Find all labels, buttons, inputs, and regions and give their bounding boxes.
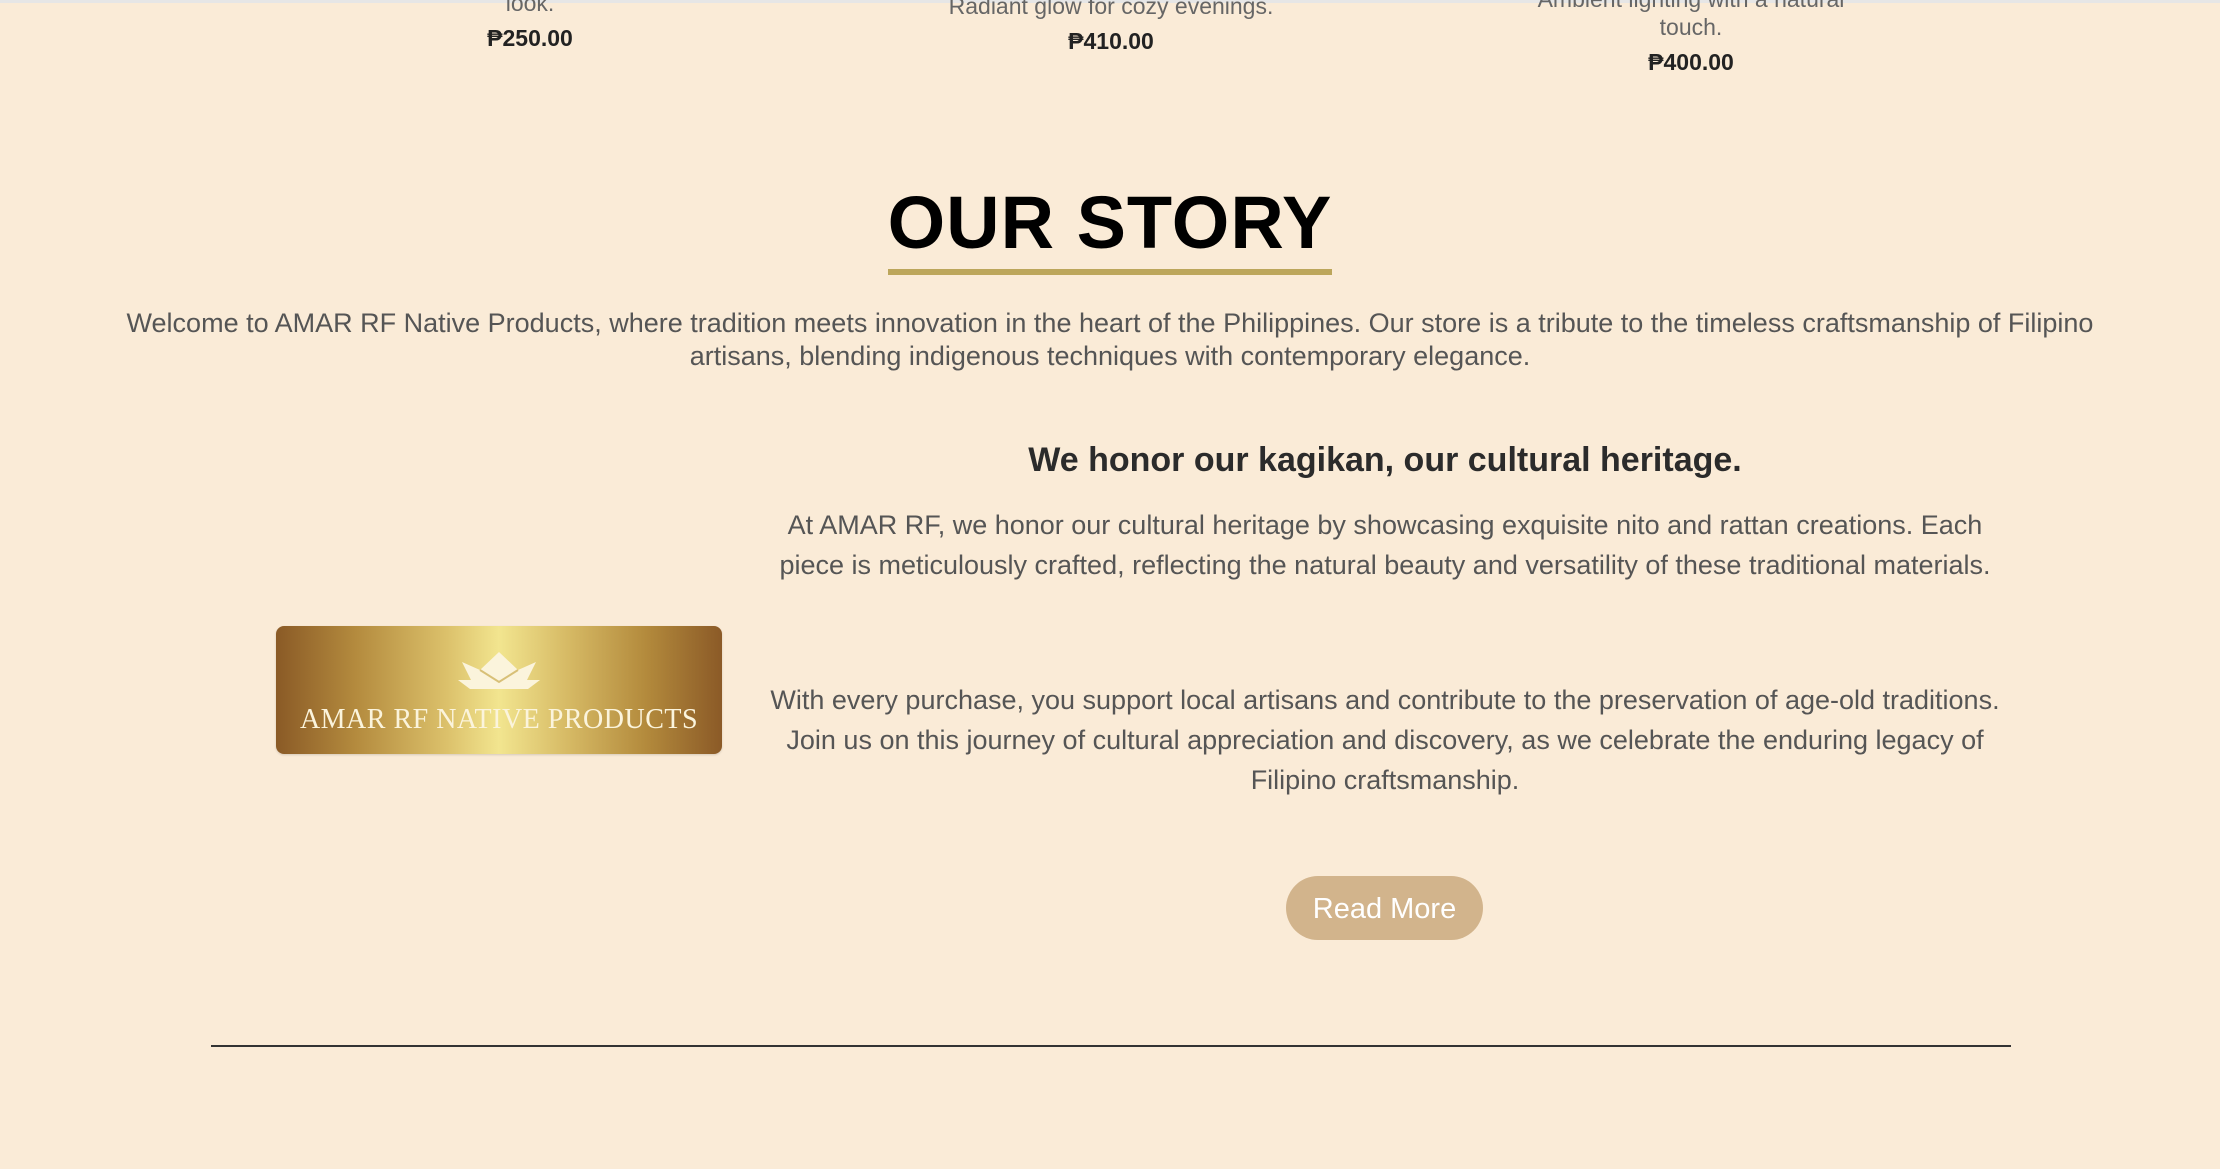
crown-boat-icon bbox=[458, 652, 540, 689]
section-title: OUR STORY bbox=[0, 183, 2220, 275]
story-paragraph: At AMAR RF, we honor our cultural herita… bbox=[779, 510, 1991, 580]
product-price: ₱250.00 bbox=[487, 25, 573, 51]
our-story-heading: OUR STORY bbox=[887, 183, 1333, 275]
product-card[interactable]: Radiant glow for cozy evenings. ₱410.00 bbox=[911, 0, 1311, 55]
product-card[interactable]: look. ₱250.00 bbox=[330, 0, 730, 52]
product-description: touch. bbox=[1659, 14, 1723, 40]
story-intro: Welcome to AMAR RF Native Products, wher… bbox=[126, 308, 2094, 371]
read-more-button[interactable]: Read More bbox=[1286, 876, 1483, 940]
product-description: Ambient lighting with a natural bbox=[1491, 0, 1891, 13]
product-description: look. bbox=[505, 0, 555, 16]
page: look. ₱250.00 Radiant glow for cozy even… bbox=[0, 0, 2220, 1169]
product-description: Radiant glow for cozy evenings. bbox=[948, 0, 1274, 19]
brand-logo: AMAR RF NATIVE PRODUCTS bbox=[276, 626, 722, 754]
story-paragraph: With every purchase, you support local a… bbox=[770, 685, 2000, 795]
product-card[interactable]: Ambient lighting with a natural touch. ₱… bbox=[1491, 0, 1891, 76]
section-divider bbox=[211, 1045, 2011, 1047]
product-price: ₱410.00 bbox=[1068, 28, 1154, 54]
heritage-heading: We honor our kagikan, our cultural herit… bbox=[1028, 441, 1742, 479]
logo-wordmark: AMAR RF NATIVE PRODUCTS bbox=[299, 704, 699, 735]
product-price: ₱400.00 bbox=[1648, 49, 1734, 75]
